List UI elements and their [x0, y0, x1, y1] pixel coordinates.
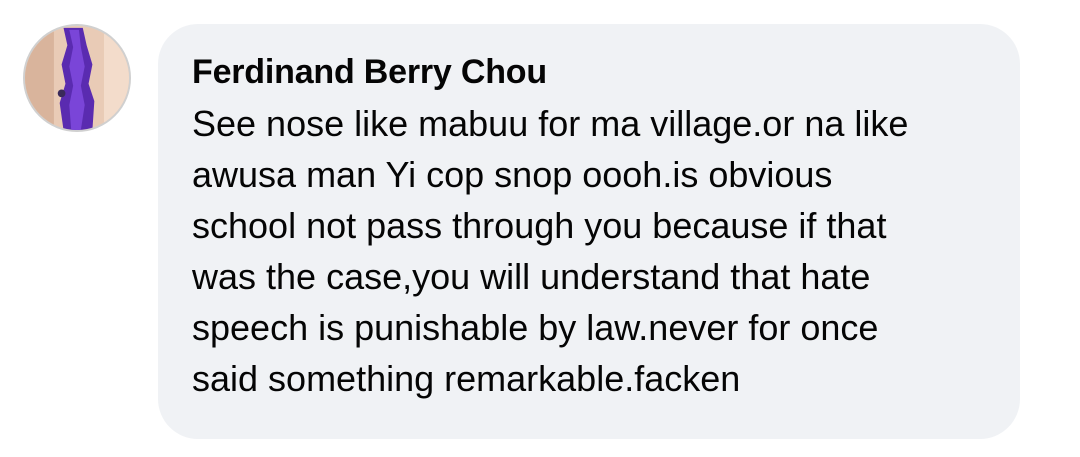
comment-bubble: Ferdinand Berry Chou See nose like mabuu… [158, 24, 1020, 439]
comment-text: See nose like mabuu for ma village.or na… [192, 103, 909, 399]
profile-photo-icon [25, 26, 129, 130]
comment-author-name[interactable]: Ferdinand Berry Chou [192, 50, 986, 94]
comment-item: Ferdinand Berry Chou See nose like mabuu… [0, 0, 1080, 457]
avatar[interactable] [23, 24, 131, 132]
